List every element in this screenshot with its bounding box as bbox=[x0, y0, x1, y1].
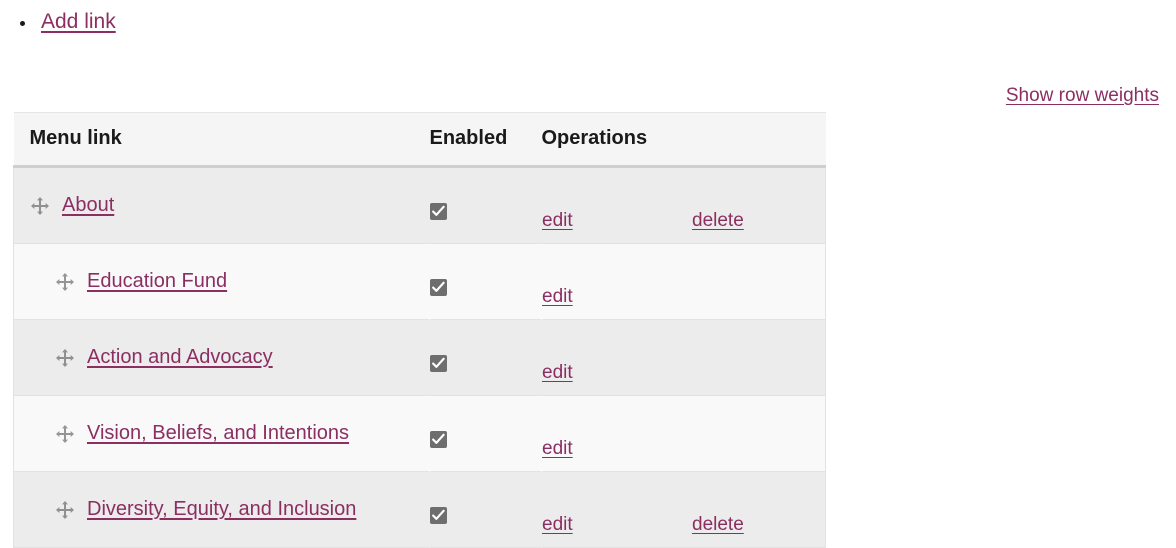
edit-link[interactable]: edit bbox=[542, 210, 692, 232]
table-row: Education Fund edit bbox=[13, 243, 826, 320]
delete-link[interactable]: delete bbox=[692, 210, 744, 232]
operations-cell: edit bbox=[541, 319, 826, 396]
table-header-row: Menu link Enabled Operations bbox=[13, 112, 826, 168]
menu-link[interactable]: Education Fund bbox=[87, 270, 227, 293]
move-cross-icon[interactable] bbox=[30, 196, 50, 216]
table-row: About edit delete bbox=[13, 166, 826, 244]
move-cross-icon[interactable] bbox=[55, 424, 75, 444]
operations-cell: edit bbox=[541, 243, 826, 320]
delete-link[interactable]: delete bbox=[692, 514, 744, 536]
menu-link-cell: Vision, Beliefs, and Intentions bbox=[13, 395, 430, 472]
edit-link[interactable]: edit bbox=[542, 286, 692, 308]
menu-link-cell: Education Fund bbox=[13, 243, 430, 320]
operations-cell: edit delete bbox=[541, 471, 826, 548]
add-link-button[interactable]: Add link bbox=[41, 11, 116, 32]
table-body: About edit delete Education Fund edit Action … bbox=[13, 166, 826, 548]
menu-link[interactable]: Diversity, Equity, and Inclusion bbox=[87, 498, 356, 521]
operations-cell: edit bbox=[541, 395, 826, 472]
move-cross-icon[interactable] bbox=[55, 272, 75, 292]
enabled-checkbox[interactable] bbox=[430, 431, 447, 448]
menu-link[interactable]: Action and Advocacy bbox=[87, 346, 273, 369]
menu-links-table: Menu link Enabled Operations About edit de… bbox=[13, 112, 826, 548]
column-header-menu-link: Menu link bbox=[13, 112, 430, 168]
column-header-enabled: Enabled bbox=[429, 112, 542, 168]
move-cross-icon[interactable] bbox=[55, 348, 75, 368]
enabled-cell bbox=[430, 320, 542, 396]
bullet-dot-icon bbox=[20, 21, 25, 26]
enabled-cell bbox=[430, 472, 542, 548]
table-header: Menu link Enabled Operations bbox=[13, 112, 826, 168]
menu-link-cell: Diversity, Equity, and Inclusion bbox=[13, 471, 430, 548]
enabled-checkbox[interactable] bbox=[430, 203, 447, 220]
menu-link-cell: Action and Advocacy bbox=[13, 319, 430, 396]
enabled-checkbox[interactable] bbox=[430, 279, 447, 296]
menu-link[interactable]: Vision, Beliefs, and Intentions bbox=[87, 422, 349, 445]
move-cross-icon[interactable] bbox=[55, 500, 75, 520]
edit-link[interactable]: edit bbox=[542, 438, 692, 460]
enabled-cell bbox=[430, 396, 542, 472]
operations-cell: edit delete bbox=[541, 166, 826, 244]
table-row: Diversity, Equity, and Inclusion edit dele… bbox=[13, 471, 826, 548]
column-header-operations: Operations bbox=[541, 112, 826, 168]
enabled-cell bbox=[430, 167, 542, 244]
enabled-checkbox[interactable] bbox=[430, 507, 447, 524]
table-row: Vision, Beliefs, and Intentions edit bbox=[13, 395, 826, 472]
menu-link[interactable]: About bbox=[62, 194, 114, 217]
enabled-checkbox[interactable] bbox=[430, 355, 447, 372]
table-row: Action and Advocacy edit bbox=[13, 319, 826, 396]
edit-link[interactable]: edit bbox=[542, 362, 692, 384]
edit-link[interactable]: edit bbox=[542, 514, 692, 536]
enabled-cell bbox=[430, 244, 542, 320]
show-row-weights-link[interactable]: Show row weights bbox=[1006, 85, 1159, 107]
menu-link-cell: About bbox=[13, 166, 430, 244]
